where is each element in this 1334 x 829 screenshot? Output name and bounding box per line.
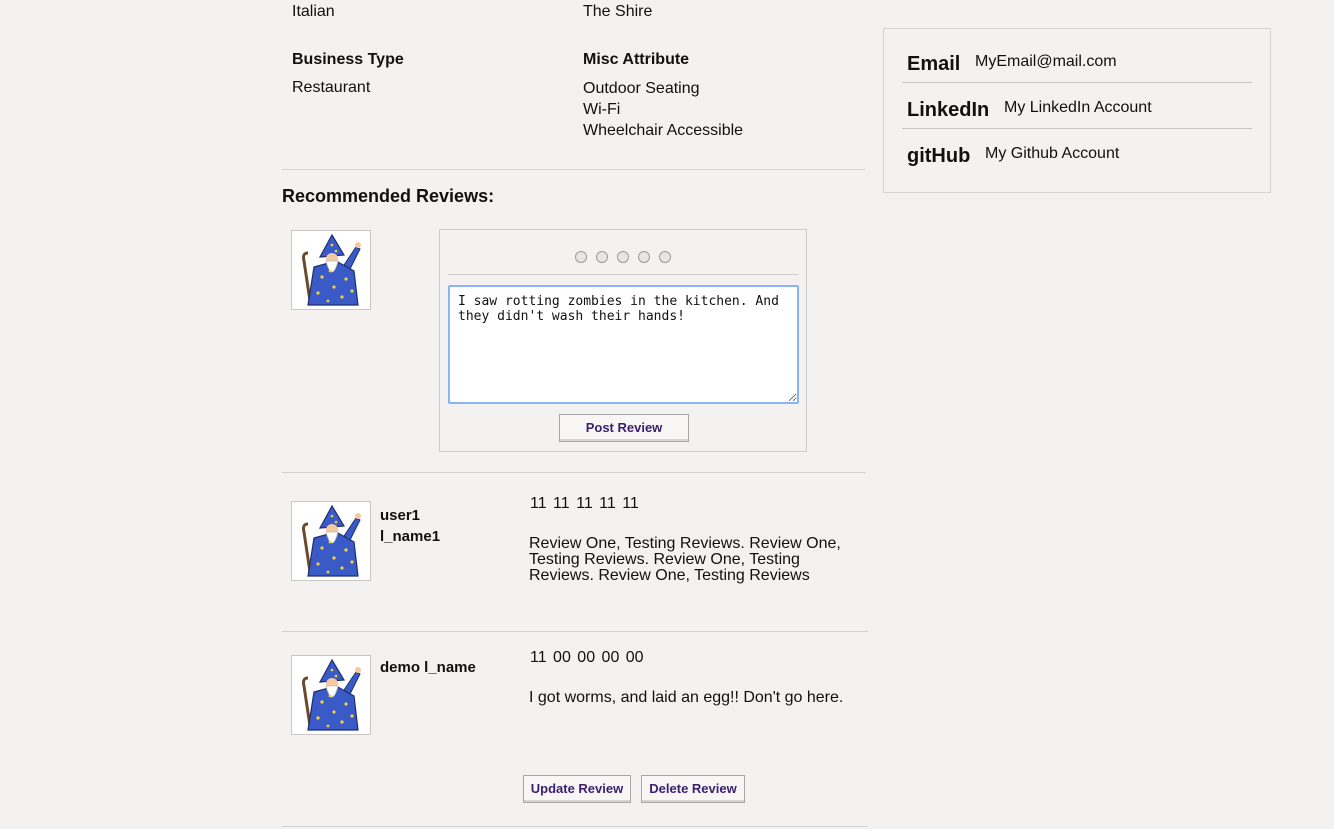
star-radio-2[interactable] <box>596 251 608 263</box>
update-review-button[interactable]: Update Review <box>523 775 631 803</box>
star-radio-1[interactable] <box>575 251 587 263</box>
avatar <box>291 501 371 581</box>
misc-attribute-item: Outdoor Seating <box>583 80 700 97</box>
review-text: Review One, Testing Reviews. Review One,… <box>529 535 841 584</box>
contact-divider <box>902 128 1252 129</box>
review-textarea[interactable]: I saw rotting zombies in the kitchen. An… <box>448 285 799 404</box>
review-form: I saw rotting zombies in the kitchen. An… <box>439 229 807 452</box>
star-rating-input[interactable] <box>575 251 671 263</box>
misc-attribute-item: Wheelchair Accessible <box>583 122 744 139</box>
misc-attribute-label: Misc Attribute <box>583 51 690 68</box>
github-link[interactable]: My Github Account <box>985 145 1119 163</box>
business-type-value: Restaurant <box>292 79 371 96</box>
star-radio-5[interactable] <box>659 251 671 263</box>
review-text: I got worms, and laid an egg!! Don't go … <box>529 689 844 706</box>
reviews-heading: Recommended Reviews: <box>282 186 495 206</box>
cuisine-value: Italian <box>292 3 335 20</box>
review-rating: 11 11 11 11 11 <box>530 495 639 512</box>
contact-email-row: Email MyEmail@mail.com <box>902 49 1252 93</box>
business-type-label: Business Type <box>292 51 404 68</box>
reviewer-username: user1 <box>380 507 421 524</box>
reviewer-name: user1 l_name1 <box>380 505 440 547</box>
email-label: Email <box>907 53 961 75</box>
misc-attribute-list: Outdoor Seating Wi-Fi Wheelchair Accessi… <box>583 78 743 141</box>
linkedin-label: LinkedIn <box>907 99 990 121</box>
email-value[interactable]: MyEmail@mail.com <box>975 53 1117 71</box>
post-review-button[interactable]: Post Review <box>559 414 689 442</box>
location-value: The Shire <box>583 3 653 20</box>
avatar <box>291 655 371 735</box>
star-radio-4[interactable] <box>638 251 650 263</box>
review-rating: 11 00 00 00 00 <box>530 649 644 666</box>
contact-divider <box>902 82 1252 83</box>
current-user-avatar <box>291 230 371 310</box>
github-label: gitHub <box>907 145 971 167</box>
contact-linkedin-row: LinkedIn My LinkedIn Account <box>902 95 1252 139</box>
section-divider <box>282 169 865 170</box>
contact-card: Email MyEmail@mail.com LinkedIn My Linke… <box>883 28 1271 193</box>
reviewer-last-name: l_name1 <box>380 528 441 545</box>
review-divider <box>282 826 868 827</box>
form-divider <box>448 274 798 275</box>
reviewer-name: demo l_name <box>380 659 476 676</box>
contact-github-row: gitHub My Github Account <box>902 141 1252 185</box>
star-radio-3[interactable] <box>617 251 629 263</box>
linkedin-link[interactable]: My LinkedIn Account <box>1004 99 1152 117</box>
misc-attribute-item: Wi-Fi <box>583 101 621 118</box>
review-divider <box>282 472 866 473</box>
review-divider <box>282 631 868 632</box>
delete-review-button[interactable]: Delete Review <box>641 775 745 803</box>
